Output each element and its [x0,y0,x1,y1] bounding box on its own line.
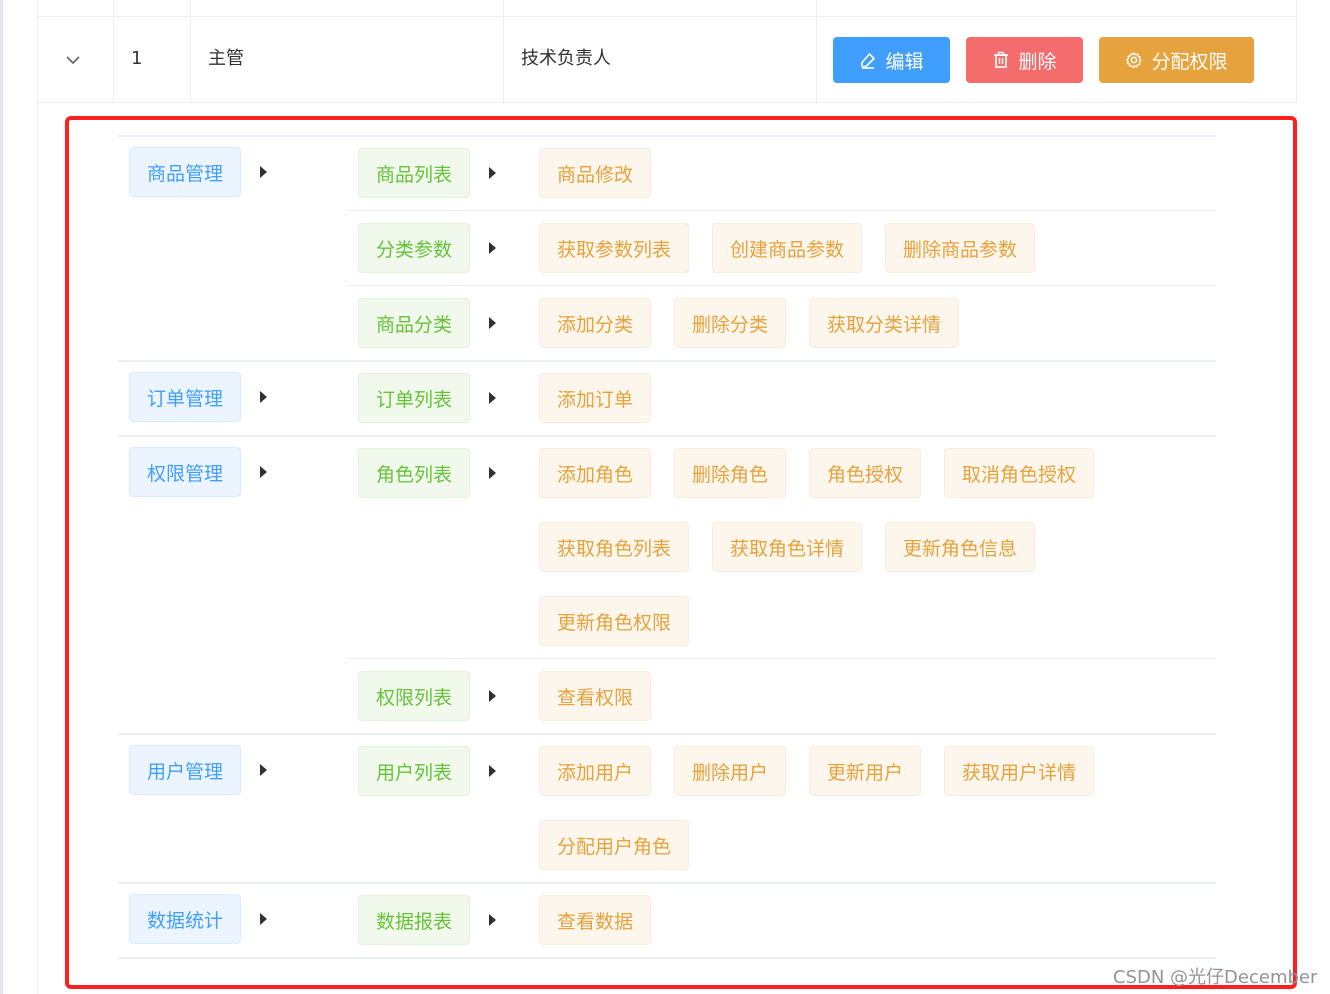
caret-right-icon [489,392,496,404]
permission-level1-tag: 订单管理 [129,372,241,422]
permission-level3-tag: 商品修改 [539,148,651,198]
permission-level1-tag: 用户管理 [129,745,241,795]
permission-level3-tag: 获取角色详情 [712,522,862,572]
permission-level3-tag: 更新角色权限 [539,596,689,646]
edit-icon [861,53,876,69]
permission-level3-tag: 获取分类详情 [809,298,959,348]
permission-level3-tag: 删除商品参数 [885,223,1035,273]
permission-level3-tag: 取消角色授权 [944,448,1094,498]
caret-right-icon [489,317,496,329]
assign-permissions-label: 分配权限 [1151,50,1228,73]
permission-level3-tag: 删除角色 [674,448,786,498]
row-border-bottom [37,102,1297,103]
tree-separator [118,882,1216,884]
tree-separator [347,658,1216,659]
permission-level3-tag: 更新角色信息 [885,522,1035,572]
caret-right-icon [260,166,267,178]
permission-level3-tag: 删除用户 [674,746,786,796]
tree-separator [118,435,1216,437]
permission-level1-tag: 数据统计 [129,894,241,944]
chevron-down-icon[interactable] [63,50,83,70]
tree-separator [118,360,1216,362]
caret-right-icon [260,764,267,776]
role-name: 主管 [208,48,244,69]
edit-button-label: 编辑 [885,50,924,73]
permission-level3-tag: 添加用户 [539,746,651,796]
permission-level2-tag: 权限列表 [358,671,470,721]
delete-button[interactable]: 删除 [966,37,1083,83]
tree-separator [118,957,1216,959]
permission-level3-tag: 查看数据 [539,895,651,945]
permission-level3-tag: 角色授权 [809,448,921,498]
permission-level3-tag: 添加角色 [539,448,651,498]
permission-level3-tag: 添加订单 [539,373,651,423]
row-index: 1 [131,48,143,69]
caret-right-icon [489,914,496,926]
permission-level1-tag: 商品管理 [129,147,241,197]
watermark: CSDN @光仔December [1113,967,1318,988]
permission-level2-tag: 用户列表 [358,746,470,796]
permission-level2-tag: 商品列表 [358,148,470,198]
permission-level2-tag: 角色列表 [358,448,470,498]
permission-level3-tag: 获取角色列表 [539,522,689,572]
tree-separator [118,135,1216,137]
permission-level2-tag: 订单列表 [358,373,470,423]
permission-level3-tag: 获取参数列表 [539,223,689,273]
role-description: 技术负责人 [521,48,611,69]
trash-icon [994,51,1009,68]
permission-level3-tag: 删除分类 [674,298,786,348]
caret-right-icon [489,690,496,702]
caret-right-icon [260,391,267,403]
permission-level3-tag: 更新用户 [809,746,921,796]
permission-level3-tag: 添加分类 [539,298,651,348]
delete-button-label: 删除 [1018,50,1057,73]
caret-right-icon [260,466,267,478]
caret-right-icon [489,242,496,254]
caret-right-icon [489,467,496,479]
caret-right-icon [489,167,496,179]
caret-right-icon [260,913,267,925]
table-left-border [37,0,38,994]
permission-level2-tag: 分类参数 [358,223,470,273]
row-border-top [37,16,1297,17]
permission-level1-tag: 权限管理 [129,447,241,497]
edit-button[interactable]: 编辑 [833,37,950,83]
permission-level2-tag: 数据报表 [358,895,470,945]
assign-permissions-button[interactable]: 分配权限 [1099,37,1254,83]
permission-level3-tag: 获取用户详情 [944,746,1094,796]
gear-icon [1126,52,1143,69]
permission-level3-tag: 分配用户角色 [539,820,689,870]
permission-level3-tag: 查看权限 [539,671,651,721]
page-left-border [0,0,3,994]
tree-separator [347,285,1216,286]
permission-level2-tag: 商品分类 [358,298,470,348]
tree-separator [347,210,1216,211]
permission-level3-tag: 创建商品参数 [712,223,862,273]
caret-right-icon [489,765,496,777]
tree-separator [118,733,1216,735]
